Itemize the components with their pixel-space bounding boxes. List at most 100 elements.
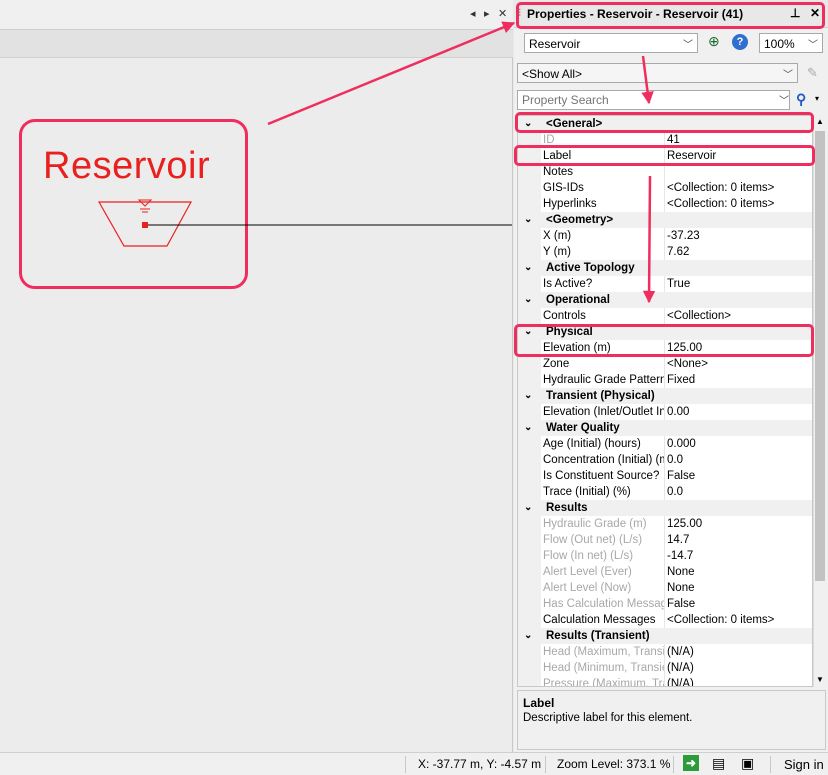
property-value[interactable]: 125.00 bbox=[667, 340, 702, 356]
property-row[interactable]: Calculation Messages <Collection: 0 items… bbox=[518, 612, 812, 628]
property-name: X (m) bbox=[543, 230, 572, 242]
property-row[interactable]: Alert Level (Now) None bbox=[518, 580, 812, 596]
property-row[interactable]: Zone <None> bbox=[518, 356, 812, 372]
filter-select[interactable]: <Show All> ﹀ bbox=[517, 63, 798, 83]
sign-in-link[interactable]: Sign in bbox=[784, 757, 824, 772]
zoom-select-value: 100% bbox=[764, 37, 795, 51]
collapse-chevron-icon[interactable]: ⌄ bbox=[524, 116, 532, 132]
category-row[interactable]: ⌄ Physical bbox=[518, 324, 812, 340]
chevron-down-icon[interactable]: ▾ bbox=[815, 94, 819, 103]
collapse-chevron-icon[interactable]: ⌄ bbox=[524, 260, 532, 276]
category-row[interactable]: ⌄ Transient (Physical) bbox=[518, 388, 812, 404]
property-value[interactable]: <Collection> bbox=[667, 308, 731, 324]
property-search-input[interactable] bbox=[517, 90, 790, 110]
collapse-chevron-icon[interactable]: ⌄ bbox=[524, 628, 532, 644]
row-gutter bbox=[518, 484, 541, 500]
category-row[interactable]: ⌄ Results bbox=[518, 500, 812, 516]
property-row[interactable]: Age (Initial) (hours) 0.000 bbox=[518, 436, 812, 452]
grid-scrollbar[interactable]: ▲ ▼ bbox=[813, 115, 826, 687]
save-icon[interactable]: ▣ bbox=[741, 755, 754, 772]
scroll-up-icon[interactable]: ▲ bbox=[816, 117, 824, 126]
property-row[interactable]: Is Constituent Source? False bbox=[518, 468, 812, 484]
tab-scroll-right-icon[interactable]: ▸ bbox=[484, 7, 490, 20]
category-row[interactable]: ⌄ Results (Transient) bbox=[518, 628, 812, 644]
property-row[interactable]: Head (Minimum, Transient) (m)(N/A) bbox=[518, 660, 812, 676]
property-value[interactable]: 7.62 bbox=[667, 244, 689, 260]
property-name: Notes bbox=[543, 166, 574, 178]
property-row[interactable]: Pressure (Maximum, Transient)(N/A) bbox=[518, 676, 812, 687]
property-value[interactable]: 0.0 bbox=[667, 452, 683, 468]
property-row[interactable]: Has Calculation Messages?False bbox=[518, 596, 812, 612]
element-select[interactable]: Reservoir ﹀ bbox=[524, 33, 698, 53]
column-divider bbox=[664, 516, 665, 532]
close-icon[interactable]: ✕ bbox=[810, 6, 820, 20]
collapse-chevron-icon[interactable]: ⌄ bbox=[524, 420, 532, 436]
property-value[interactable]: 0.000 bbox=[667, 436, 696, 452]
row-gutter bbox=[518, 132, 541, 148]
property-row[interactable]: Hydraulic Grade Pattern Fixed bbox=[518, 372, 812, 388]
drag-handle-icon[interactable]: ⁝ bbox=[518, 6, 522, 19]
property-row[interactable]: Y (m) 7.62 bbox=[518, 244, 812, 260]
property-value[interactable]: <None> bbox=[667, 356, 708, 372]
property-row[interactable]: Hyperlinks <Collection: 0 items> bbox=[518, 196, 812, 212]
collapse-chevron-icon[interactable]: ⌄ bbox=[524, 388, 532, 404]
property-value[interactable]: 0.0 bbox=[667, 484, 683, 500]
property-row[interactable]: Concentration (Initial) (mg/L)0.0 bbox=[518, 452, 812, 468]
category-row[interactable]: ⌄ <General> bbox=[518, 116, 812, 132]
edit-icon[interactable]: ✎ bbox=[807, 65, 818, 81]
property-row[interactable]: Head (Maximum, Transient) (m)(N/A) bbox=[518, 644, 812, 660]
property-row[interactable]: GIS-IDs <Collection: 0 items> bbox=[518, 180, 812, 196]
property-value[interactable]: 0.00 bbox=[667, 404, 689, 420]
row-gutter bbox=[518, 196, 541, 212]
property-row[interactable]: Elevation (m) 125.00 bbox=[518, 340, 812, 356]
row-gutter bbox=[518, 356, 541, 372]
property-value[interactable]: Fixed bbox=[667, 372, 695, 388]
zoom-to-icon[interactable]: ⊕ bbox=[708, 33, 720, 50]
category-row[interactable]: ⌄ Operational bbox=[518, 292, 812, 308]
row-gutter bbox=[518, 164, 541, 180]
status-divider bbox=[405, 756, 406, 773]
pin-icon[interactable]: ⊥ bbox=[790, 6, 800, 20]
property-row[interactable]: Notes bbox=[518, 164, 812, 180]
tab-scroll-left-icon[interactable]: ◂ bbox=[470, 7, 476, 20]
property-row[interactable]: Trace (Initial) (%) 0.0 bbox=[518, 484, 812, 500]
property-row[interactable]: Flow (In net) (L/s) -14.7 bbox=[518, 548, 812, 564]
property-grid[interactable]: ⌄ <General> ID 41 Label Reservoir Notes GIS-IDs… bbox=[517, 115, 813, 687]
scrollbar-thumb[interactable] bbox=[815, 131, 825, 581]
property-row[interactable]: Hydraulic Grade (m) 125.00 bbox=[518, 516, 812, 532]
help-icon[interactable]: ? bbox=[732, 34, 748, 50]
collapse-chevron-icon[interactable]: ⌄ bbox=[524, 292, 532, 308]
property-value[interactable]: -37.23 bbox=[667, 228, 700, 244]
property-row[interactable]: Alert Level (Ever) None bbox=[518, 564, 812, 580]
collapse-chevron-icon[interactable]: ⌄ bbox=[524, 500, 532, 516]
zoom-select[interactable]: 100% ﹀ bbox=[759, 33, 823, 53]
property-value[interactable]: <Collection: 0 items> bbox=[667, 180, 774, 196]
property-row[interactable]: ID 41 bbox=[518, 132, 812, 148]
property-name: Is Constituent Source? bbox=[543, 470, 660, 482]
category-label: Operational bbox=[546, 294, 610, 306]
scroll-down-icon[interactable]: ▼ bbox=[816, 675, 824, 684]
property-row[interactable]: Is Active? True bbox=[518, 276, 812, 292]
property-value[interactable]: False bbox=[667, 468, 695, 484]
property-value[interactable]: <Collection: 0 items> bbox=[667, 612, 774, 628]
property-name: Pressure (Maximum, Transient) bbox=[543, 678, 664, 687]
drawing-canvas[interactable]: ◂ ▸ ✕ Reservoir bbox=[0, 0, 513, 752]
property-row[interactable]: Elevation (Inlet/Outlet Invert) (m)0.00 bbox=[518, 404, 812, 420]
category-row[interactable]: ⌄ Water Quality bbox=[518, 420, 812, 436]
calculation-options-icon[interactable]: ▤ bbox=[712, 755, 725, 772]
property-row[interactable]: Controls <Collection> bbox=[518, 308, 812, 324]
category-row[interactable]: ⌄ Active Topology bbox=[518, 260, 812, 276]
tab-close-icon[interactable]: ✕ bbox=[498, 7, 507, 20]
run-icon[interactable]: ➜ bbox=[683, 755, 699, 771]
property-value[interactable]: Reservoir bbox=[667, 148, 716, 164]
collapse-chevron-icon[interactable]: ⌄ bbox=[524, 324, 532, 340]
search-icon[interactable]: ⚲ bbox=[796, 91, 806, 108]
category-row[interactable]: ⌄ <Geometry> bbox=[518, 212, 812, 228]
property-row[interactable]: Label Reservoir bbox=[518, 148, 812, 164]
property-row[interactable]: Flow (Out net) (L/s) 14.7 bbox=[518, 532, 812, 548]
property-value[interactable]: <Collection: 0 items> bbox=[667, 196, 774, 212]
collapse-chevron-icon[interactable]: ⌄ bbox=[524, 212, 532, 228]
property-row[interactable]: X (m) -37.23 bbox=[518, 228, 812, 244]
chevron-down-icon[interactable]: ﹀ bbox=[779, 92, 789, 107]
property-value[interactable]: True bbox=[667, 276, 690, 292]
